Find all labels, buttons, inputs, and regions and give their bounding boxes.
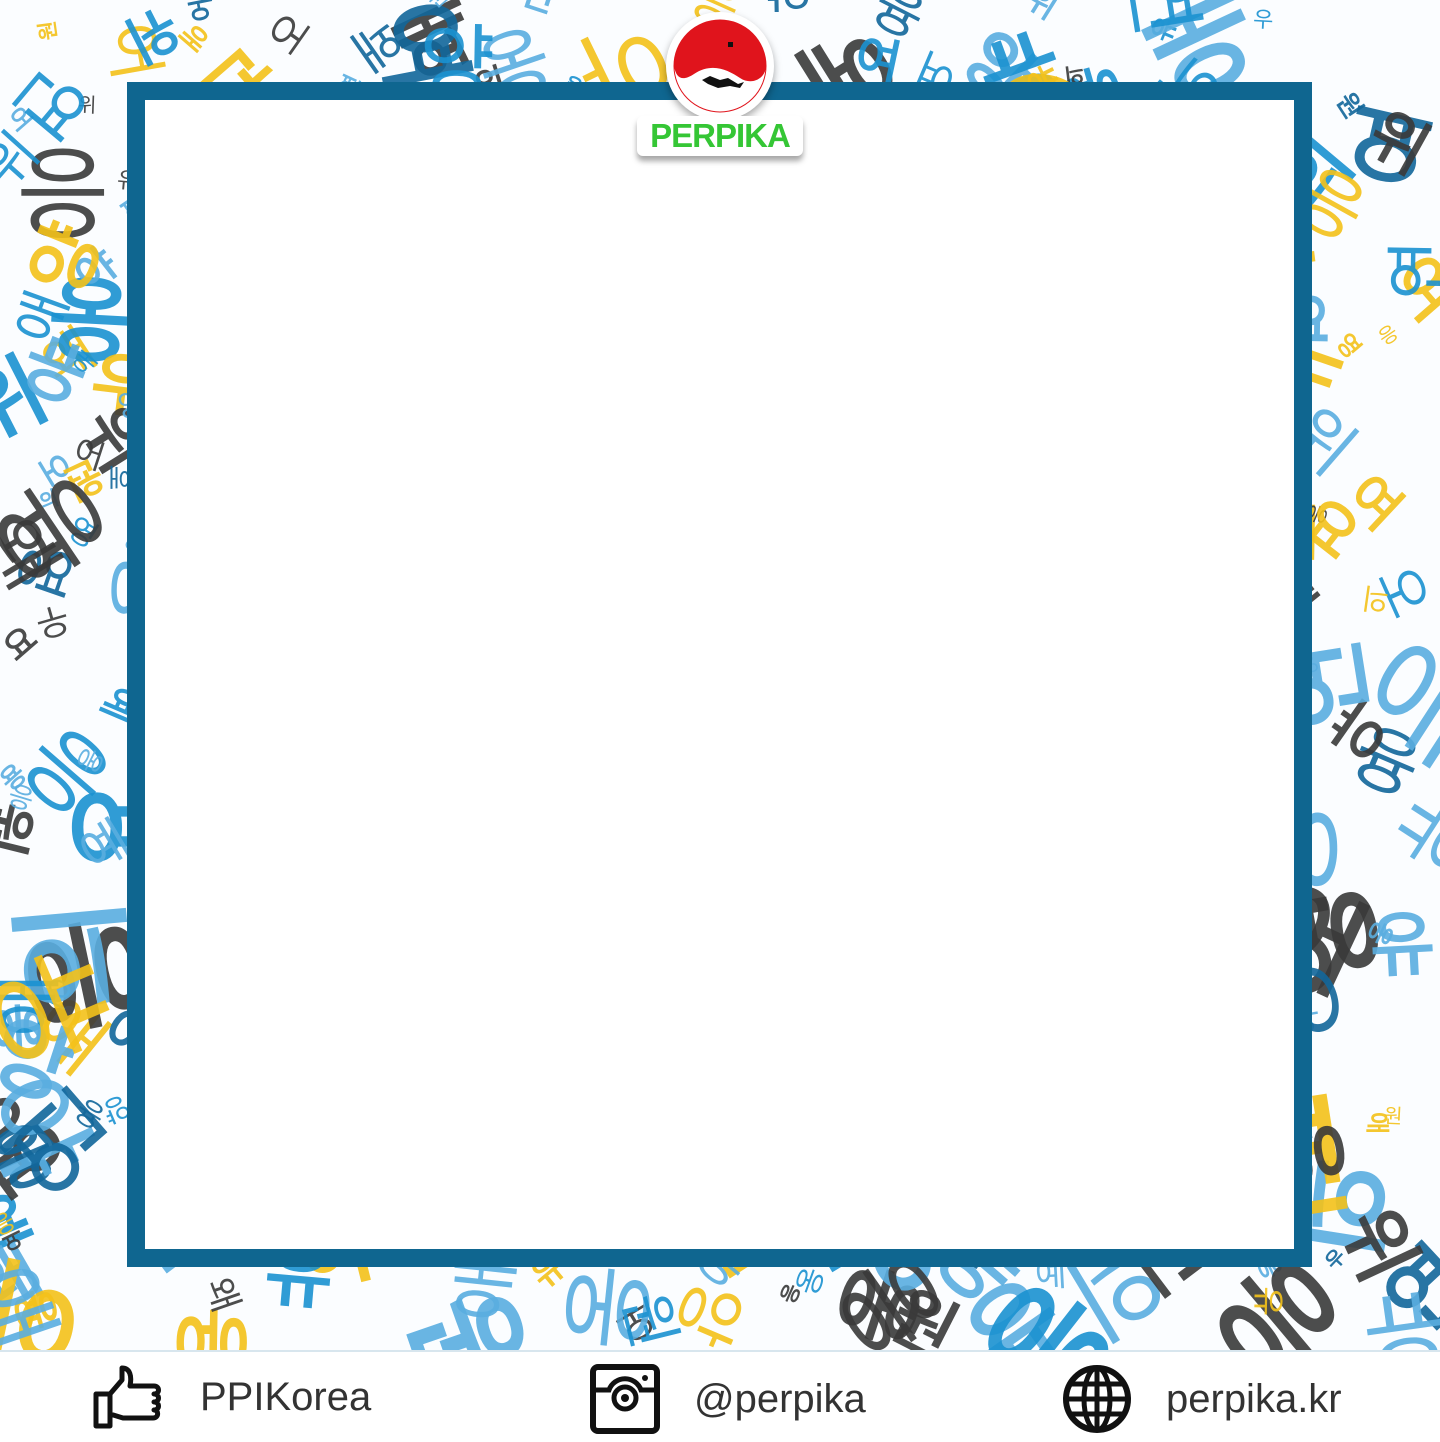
pattern-glyph: 유: [1248, 1286, 1288, 1317]
pattern-glyph: 연: [1381, 239, 1440, 301]
pattern-glyph: 오: [258, 3, 321, 64]
pattern-glyph: 의: [1359, 580, 1391, 618]
pattern-glyph: 유: [1355, 1274, 1440, 1350]
photo-frame: [127, 82, 1312, 1267]
pattern-glyph: 유: [1367, 901, 1437, 988]
pattern-glyph: 요: [274, 0, 303, 4]
footer-instagram-label: @perpika: [694, 1376, 866, 1421]
perpika-logo: [666, 12, 774, 120]
logo-wordmark: PERPIKA: [637, 116, 803, 156]
footer-website-label: perpika.kr: [1166, 1376, 1342, 1421]
pattern-glyph: 원: [1382, 1103, 1403, 1129]
logo-emblem-icon: [673, 19, 767, 113]
globe-icon: [1063, 1365, 1131, 1433]
footer: PPIKorea @perpika perpika.kr: [0, 1350, 1440, 1442]
instagram-icon: [590, 1364, 660, 1434]
pattern-glyph: 원: [35, 19, 62, 42]
footer-facebook[interactable]: PPIKorea: [92, 1364, 371, 1430]
footer-website[interactable]: perpika.kr: [1062, 1364, 1342, 1434]
pattern-glyph: 응: [1373, 319, 1403, 350]
footer-instagram[interactable]: @perpika: [590, 1364, 866, 1434]
pattern-glyph: 앙: [766, 0, 812, 17]
thumbs-up-icon: [93, 1365, 161, 1429]
footer-facebook-label: PPIKorea: [200, 1374, 372, 1419]
